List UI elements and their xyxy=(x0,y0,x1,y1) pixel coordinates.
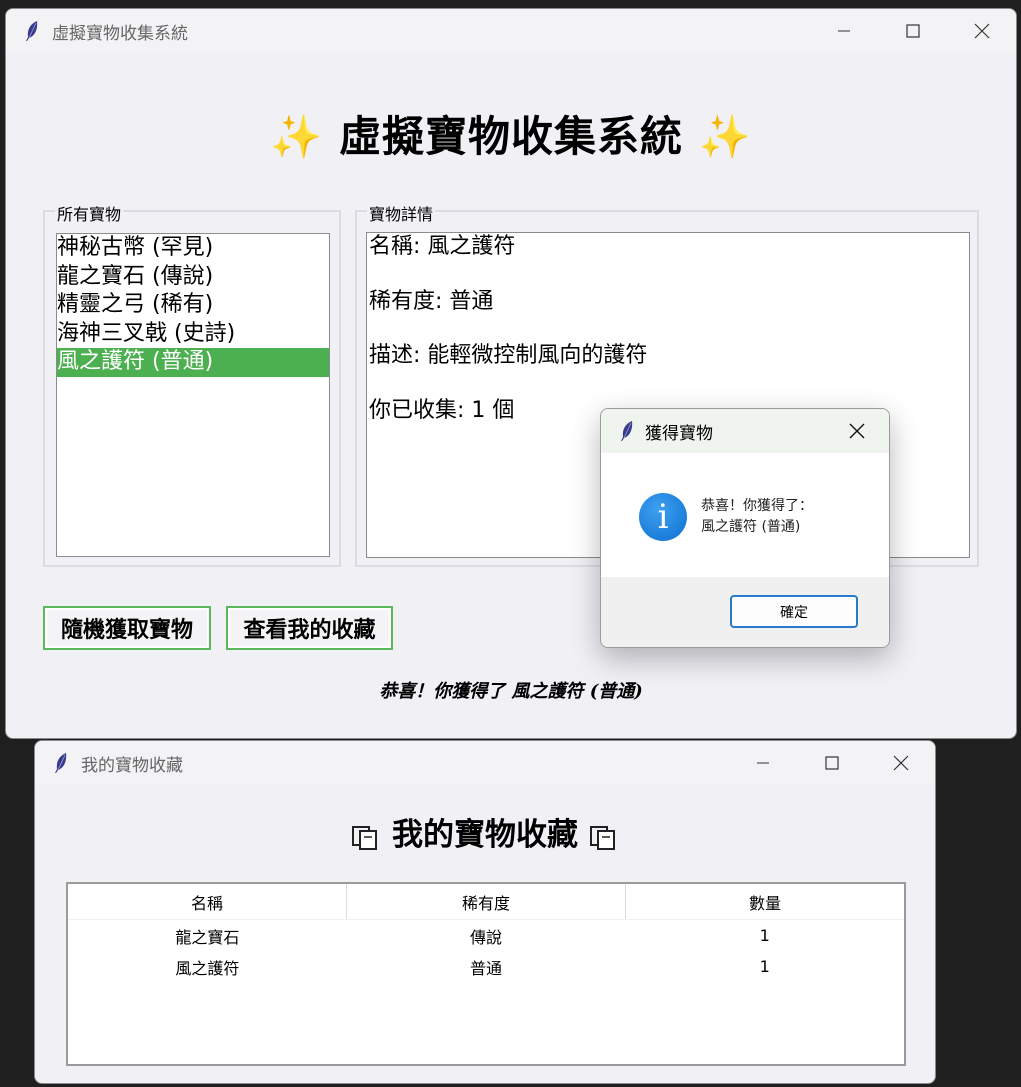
close-icon xyxy=(849,423,865,439)
cell-rarity: 傳說 xyxy=(470,927,503,947)
table-header: 名稱 稀有度 數量 xyxy=(68,884,904,920)
info-icon: i xyxy=(639,493,687,541)
column-header-name[interactable]: 名稱 xyxy=(68,884,347,919)
maximize-button[interactable] xyxy=(797,741,866,785)
status-message: 恭喜！你獲得了 風之護符 (普通) xyxy=(379,681,643,702)
minimize-icon xyxy=(837,30,850,32)
dialog-titlebar[interactable]: 獲得寶物 xyxy=(601,409,889,453)
treasure-list-item[interactable]: 精靈之弓 (稀有) xyxy=(57,291,329,320)
treasure-dialog: 獲得寶物 i 恭喜！你獲得了： 風之護符 (普通) 確定 xyxy=(600,408,890,648)
package-icon xyxy=(589,825,615,850)
collection-table[interactable]: 名稱 稀有度 數量 龍之寶石 傳說 1 風之護符 普通 1 xyxy=(66,882,906,1066)
view-collection-button[interactable]: 查看我的收藏 xyxy=(226,606,393,650)
random-treasure-button[interactable]: 隨機獲取寶物 xyxy=(43,606,211,650)
app-heading: ✨ 虛擬寶物收集系統 ✨ xyxy=(270,112,752,161)
dialog-close-button[interactable] xyxy=(835,409,879,453)
dialog-title: 獲得寶物 xyxy=(645,423,713,444)
detail-rarity: 稀有度: 普通 xyxy=(369,289,494,314)
table-row[interactable]: 風之護符 普通 1 xyxy=(68,951,904,982)
detail-description: 描述: 能輕微控制風向的護符 xyxy=(369,343,648,368)
dialog-message-line2: 風之護符 (普通) xyxy=(701,519,801,535)
feather-icon xyxy=(621,421,633,441)
minimize-button[interactable] xyxy=(728,741,797,785)
minimize-button[interactable] xyxy=(809,9,878,53)
ok-button[interactable]: 確定 xyxy=(730,595,858,628)
collection-heading-text: 我的寶物收藏 xyxy=(392,817,578,853)
detail-name: 名稱: 風之護符 xyxy=(369,234,516,259)
collection-window-title: 我的寶物收藏 xyxy=(81,755,183,776)
collection-titlebar[interactable]: 我的寶物收藏 xyxy=(35,741,935,785)
table-row[interactable]: 龍之寶石 傳說 1 xyxy=(68,920,904,951)
column-header-quantity[interactable]: 數量 xyxy=(626,884,904,919)
maximize-button[interactable] xyxy=(878,9,947,53)
treasure-listbox[interactable]: 神秘古幣 (罕見) 龍之寶石 (傳說) 精靈之弓 (稀有) 海神三叉戟 (史詩) 風之護… xyxy=(56,233,330,557)
minimize-icon xyxy=(756,762,769,764)
treasure-list-label: 所有寶物 xyxy=(55,201,124,225)
treasure-detail-label: 寶物詳情 xyxy=(367,201,436,225)
close-button[interactable] xyxy=(866,741,935,785)
close-button[interactable] xyxy=(947,9,1016,53)
close-icon xyxy=(893,755,908,771)
feather-icon xyxy=(26,21,38,41)
treasure-list-item[interactable]: 龍之寶石 (傳說) xyxy=(57,263,329,292)
cell-quantity: 1 xyxy=(759,957,770,976)
dialog-message-line1: 恭喜！你獲得了： xyxy=(701,498,813,514)
column-header-rarity[interactable]: 稀有度 xyxy=(347,884,626,919)
treasure-list-item[interactable]: 神秘古幣 (罕見) xyxy=(57,234,329,263)
treasure-list-item[interactable]: 海神三叉戟 (史詩) xyxy=(57,320,329,349)
maximize-icon xyxy=(905,24,920,38)
detail-count: 你已收集: 1 個 xyxy=(369,398,515,423)
main-titlebar[interactable]: 虛擬寶物收集系統 xyxy=(6,9,1016,53)
feather-icon xyxy=(55,753,67,773)
close-icon xyxy=(974,23,989,39)
collection-heading: 我的寶物收藏 xyxy=(35,809,935,854)
dialog-footer: 確定 xyxy=(601,577,889,647)
cell-name: 龍之寶石 xyxy=(175,927,240,947)
treasure-list-item[interactable]: 風之護符 (普通) xyxy=(57,348,329,377)
treasure-list-frame: 所有寶物 神秘古幣 (罕見) 龍之寶石 (傳說) 精靈之弓 (稀有) 海神三叉戟 (史… xyxy=(43,201,341,567)
main-window-title: 虛擬寶物收集系統 xyxy=(52,23,188,44)
cell-rarity: 普通 xyxy=(470,958,503,978)
package-icon xyxy=(352,825,378,850)
maximize-icon xyxy=(824,756,839,770)
cell-name: 風之護符 xyxy=(175,958,240,978)
collection-window: 我的寶物收藏 我的寶物收藏 名稱 稀有度 數量 龍之寶石 傳說 1 風之護符 普… xyxy=(34,740,936,1084)
cell-quantity: 1 xyxy=(759,926,770,945)
